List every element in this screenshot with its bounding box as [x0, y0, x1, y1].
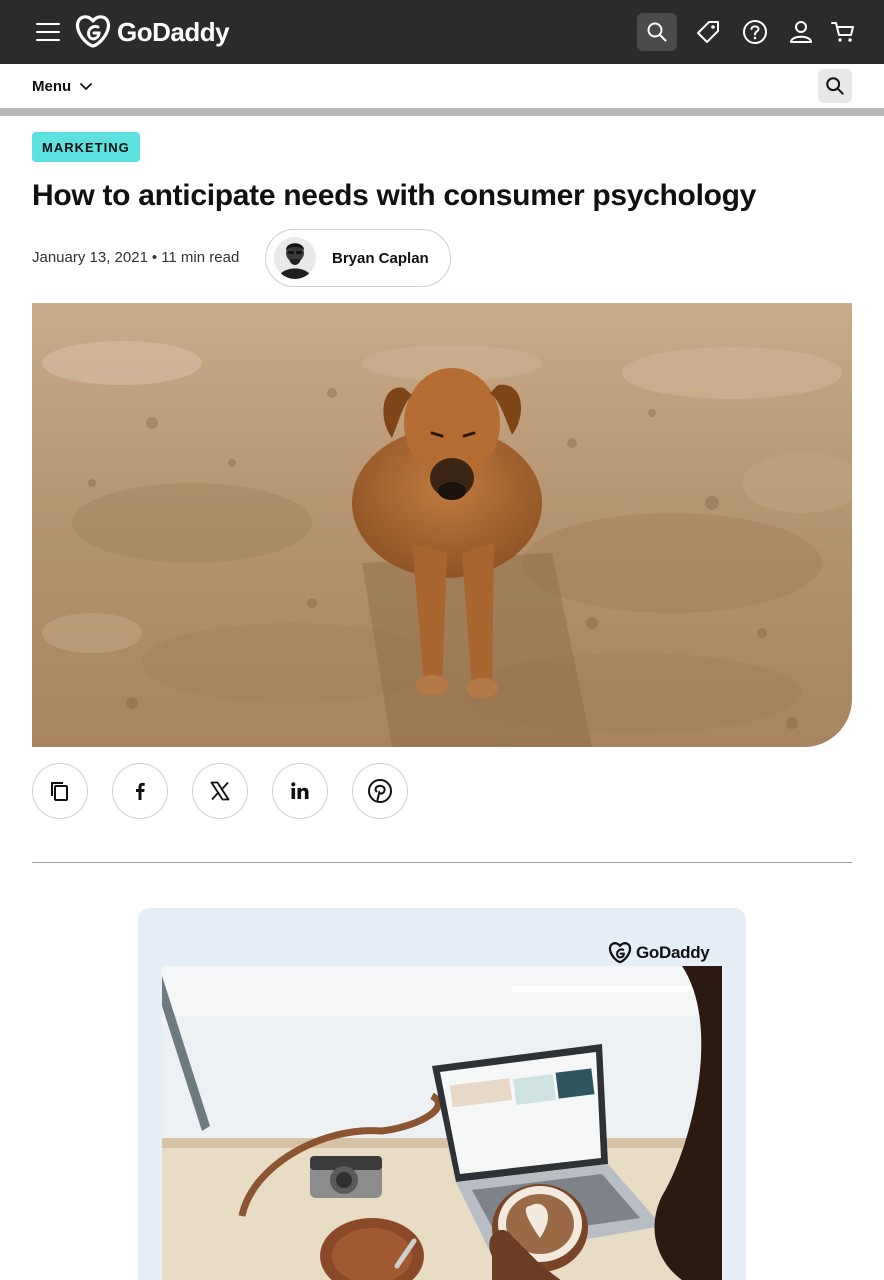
reading-progress-bar: [0, 108, 884, 116]
chevron-down-icon: [80, 83, 93, 90]
secondary-menu-bar: Menu: [0, 64, 884, 108]
article-meta: January 13, 2021 • 11 min read: [32, 248, 239, 268]
menu-label: Menu: [32, 77, 72, 95]
help-icon: [743, 20, 767, 44]
category-badge[interactable]: MARKETING: [32, 132, 140, 162]
godaddy-logo[interactable]: GoDaddy: [75, 14, 230, 50]
promo-logo: GoDaddy: [608, 942, 710, 964]
top-navigation-bar: GoDaddy: [0, 0, 884, 64]
x-share-button[interactable]: [192, 763, 248, 819]
author-name: Bryan Caplan: [332, 249, 429, 267]
brand-name: GoDaddy: [117, 16, 230, 47]
menu-dropdown[interactable]: Menu: [32, 74, 93, 98]
account-button[interactable]: [781, 13, 821, 51]
promo-brand-name: GoDaddy: [636, 943, 710, 962]
linkedin-icon: [291, 782, 309, 799]
search-icon: [826, 77, 844, 95]
facebook-share-button[interactable]: [112, 763, 168, 819]
menu-icon[interactable]: [34, 19, 62, 45]
section-divider: [32, 862, 852, 863]
pinterest-share-button[interactable]: [352, 763, 408, 819]
promo-image: [162, 966, 722, 1280]
cart-button[interactable]: [823, 13, 863, 51]
search-icon: [647, 22, 667, 42]
article-title: How to anticipate needs with consumer ps…: [32, 179, 757, 212]
publish-date: January 13, 2021: [32, 249, 148, 266]
linkedin-share-button[interactable]: [272, 763, 328, 819]
tag-icon: [697, 21, 719, 43]
deals-button[interactable]: [688, 13, 728, 51]
cart-icon: [831, 22, 854, 42]
account-icon: [790, 21, 812, 43]
author-link[interactable]: Bryan Caplan: [265, 229, 451, 287]
hero-image: [32, 303, 852, 747]
godaddy-logo-icon: [75, 15, 111, 48]
avatar: [274, 237, 316, 279]
blog-search-button[interactable]: [818, 69, 852, 103]
meta-separator: •: [151, 249, 158, 266]
copy-link-icon: [51, 782, 68, 801]
copy-link-button[interactable]: [32, 763, 88, 819]
help-button[interactable]: [735, 13, 775, 51]
pinterest-icon: [368, 779, 392, 803]
facebook-icon: [136, 782, 145, 800]
godaddy-logo-icon: [608, 942, 632, 964]
share-buttons: [32, 763, 408, 819]
x-icon: [210, 781, 230, 801]
read-time: 11 min read: [161, 249, 240, 266]
promo-banner[interactable]: GoDaddy: [138, 908, 746, 1280]
search-button[interactable]: [637, 13, 677, 51]
